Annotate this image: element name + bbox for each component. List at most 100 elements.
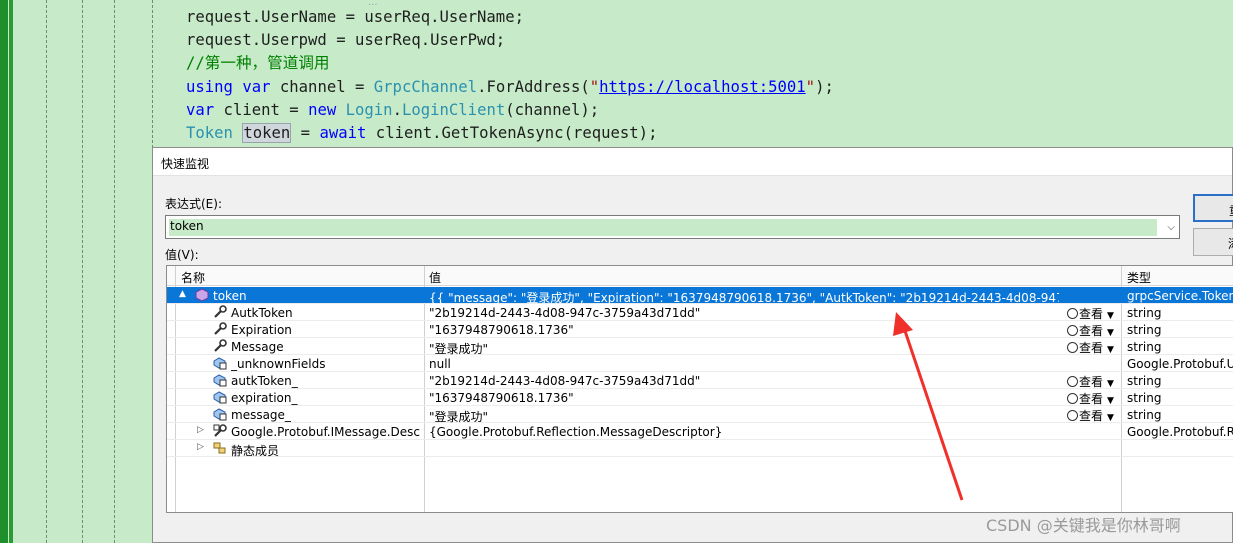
watch-row[interactable]: ▲ token{{ "message": "登录成功", "Expiration"…: [167, 287, 1233, 305]
chevron-down-icon[interactable]: ▼: [1107, 311, 1114, 321]
row-name: 静态成员: [231, 444, 280, 458]
expression-input[interactable]: token ⌵: [165, 215, 1180, 239]
column-header-type[interactable]: 类型: [1127, 269, 1151, 286]
chevron-down-icon[interactable]: ▼: [1107, 396, 1114, 406]
collapse-icon[interactable]: ▲: [179, 289, 186, 299]
chevron-down-icon[interactable]: ▼: [1107, 379, 1114, 389]
row-value[interactable]: "2b19214d-2443-4d08-947c-3759a43d71dd": [429, 374, 1059, 388]
row-name: autkToken_: [231, 374, 298, 388]
dialog-title: 快速监视: [161, 157, 210, 171]
code-line-4: using var channel = GrpcChannel.ForAddre…: [186, 77, 834, 96]
row-type: string: [1127, 374, 1162, 388]
view-label: 查看: [1079, 307, 1104, 321]
row-type: string: [1127, 391, 1162, 405]
code-line-1: request.UserName = userReq.UserName;: [186, 8, 524, 26]
quick-watch-dialog: 快速监视 表达式(E): token ⌵ 重 添 值(V): 名称 值 类型 ▲…: [152, 147, 1233, 543]
view-label: 查看: [1079, 392, 1104, 406]
code-url-link[interactable]: https://localhost:5001: [599, 78, 806, 96]
row-type: string: [1127, 323, 1162, 337]
expression-label: 表达式(E):: [165, 197, 222, 211]
row-type: Google.Protobuf.Ref: [1127, 425, 1233, 439]
watermark: CSDN @关键我是你林哥啊: [986, 516, 1181, 535]
object-icon: [195, 288, 209, 302]
row-type: grpcService.Token: [1127, 289, 1233, 303]
view-visualizer-button[interactable]: 查看 ▼: [1067, 305, 1114, 322]
grid-header: 名称 值 类型: [167, 266, 1233, 286]
row-name: Message: [231, 340, 284, 354]
view-visualizer-button[interactable]: 查看 ▼: [1067, 322, 1114, 339]
field-lock-icon: [213, 390, 227, 404]
column-header-name[interactable]: 名称: [181, 269, 205, 286]
row-name: Google.Protobuf.IMessage.Descrip...: [231, 425, 421, 439]
row-type: string: [1127, 340, 1162, 354]
row-name: AutkToken: [231, 306, 293, 320]
magnifier-icon: [1067, 325, 1078, 336]
code-editor[interactable]: request.UserName = userReq.UserName; requ…: [186, 6, 834, 145]
dialog-title-bar: 快速监视: [153, 148, 1232, 176]
field-lock-icon: [213, 373, 227, 387]
code-line-6: Token token = await client.GetTokenAsync…: [186, 123, 658, 144]
watch-row[interactable]: message_ "登录成功" 查看 ▼ string: [167, 406, 1233, 424]
watch-row[interactable]: Expiration "1637948790618.1736" 查看 ▼ string: [167, 321, 1233, 338]
view-visualizer-button[interactable]: 查看 ▼: [1067, 339, 1114, 356]
magnifier-icon: [1067, 393, 1078, 404]
expression-value: token: [170, 219, 204, 233]
column-header-value[interactable]: 值: [429, 269, 441, 286]
row-name: expiration_: [231, 391, 298, 405]
view-visualizer-button[interactable]: 查看 ▼: [1067, 407, 1114, 424]
row-value[interactable]: "2b19214d-2443-4d08-947c-3759a43d71dd": [429, 306, 1059, 320]
indent-guide: [114, 0, 115, 543]
row-type: string: [1127, 408, 1162, 422]
row-name: Expiration: [231, 323, 292, 337]
view-visualizer-button[interactable]: 查看 ▼: [1067, 390, 1114, 407]
indent-guide: [46, 0, 47, 543]
magnifier-icon: [1067, 376, 1078, 387]
static-members-icon: [213, 441, 227, 455]
wrench-icon: [213, 322, 227, 336]
value-label: 值(V):: [165, 248, 199, 262]
row-value[interactable]: "1637948790618.1736": [429, 323, 1059, 337]
row-name: _unknownFields: [231, 357, 326, 371]
expand-icon[interactable]: ▷: [197, 442, 204, 452]
breakpoint-margin: [0, 0, 8, 543]
reevaluate-button[interactable]: 重: [1193, 194, 1233, 222]
chevron-down-icon[interactable]: ▼: [1107, 345, 1114, 355]
watch-row[interactable]: autkToken_ "2b19214d-2443-4d08-947c-3759a…: [167, 372, 1233, 389]
view-label: 查看: [1079, 341, 1104, 355]
field-lock-icon: [213, 356, 227, 370]
watch-grid: 名称 值 类型 ▲ token{{ "message": "登录成功", "Exp…: [166, 265, 1233, 513]
expression-selection: [169, 219, 1157, 236]
view-label: 查看: [1079, 324, 1104, 338]
wrench-lock-icon: [213, 424, 227, 438]
watch-row[interactable]: expiration_ "1637948790618.1736" 查看 ▼ string: [167, 389, 1233, 406]
magnifier-icon: [1067, 342, 1078, 353]
code-line-2: request.Userpwd = userReq.UserPwd;: [186, 31, 506, 50]
row-type: string: [1127, 306, 1162, 320]
chevron-down-icon[interactable]: ▼: [1107, 413, 1114, 423]
row-name: token: [213, 289, 247, 303]
row-value[interactable]: "1637948790618.1736": [429, 391, 1059, 405]
view-label: 查看: [1079, 375, 1104, 389]
view-visualizer-button[interactable]: 查看 ▼: [1067, 373, 1114, 390]
magnifier-icon: [1067, 308, 1078, 319]
indent-guide: [82, 0, 83, 543]
view-label: 查看: [1079, 409, 1104, 423]
magnifier-icon: [1067, 410, 1078, 421]
chevron-down-icon[interactable]: ⌵: [1167, 222, 1175, 233]
watch-row[interactable]: AutkToken "2b19214d-2443-4d08-947c-3759a4…: [167, 304, 1233, 321]
token-variable-highlight[interactable]: token: [242, 123, 292, 144]
field-lock-icon: [213, 407, 227, 421]
row-value[interactable]: null: [429, 357, 1059, 371]
expand-icon[interactable]: ▷: [197, 425, 204, 435]
watch-row[interactable]: ▷ Google.Protobuf.IMessage.Descrip... {Goo…: [167, 423, 1233, 440]
chevron-down-icon[interactable]: ▼: [1107, 328, 1114, 338]
row-type: Google.Protobuf.Unl: [1127, 357, 1233, 371]
wrench-icon: [213, 305, 227, 319]
watch-row[interactable]: ▷ 静态成员: [167, 440, 1233, 458]
watch-row[interactable]: Message "登录成功" 查看 ▼ string: [167, 338, 1233, 356]
add-watch-button[interactable]: 添: [1193, 228, 1233, 256]
row-value[interactable]: {Google.Protobuf.Reflection.MessageDescr…: [429, 425, 1059, 439]
code-line-3: //第一种，管道调用: [186, 54, 330, 73]
code-line-5: var client = new Login.LoginClient(chann…: [186, 100, 600, 119]
watch-row[interactable]: _unknownFields null Google.Protobuf.Unl: [167, 355, 1233, 372]
